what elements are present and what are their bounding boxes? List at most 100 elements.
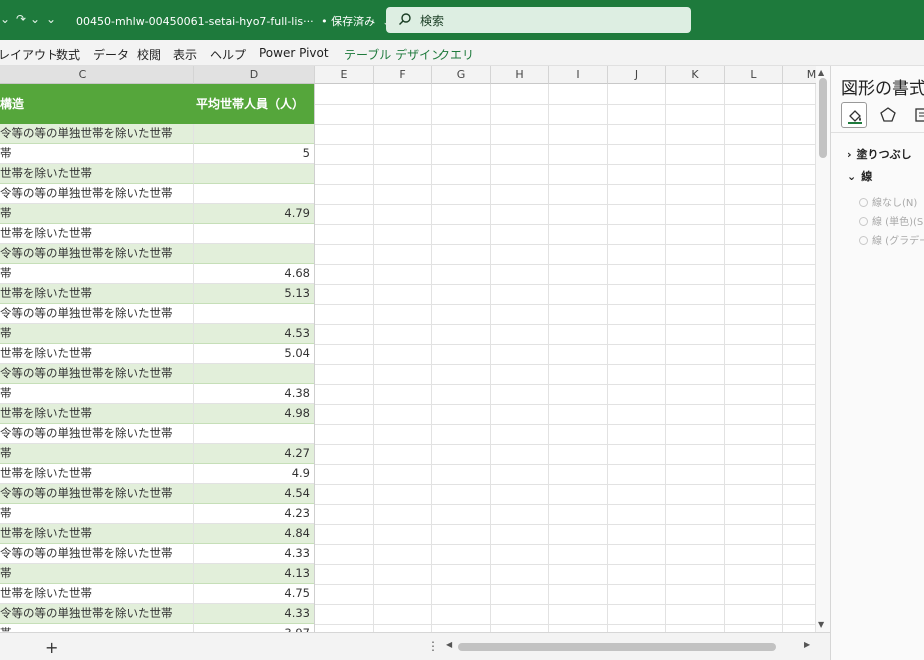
table-cell-structure[interactable]: 帯 xyxy=(0,504,194,524)
tab-power-pivot[interactable]: Power Pivot xyxy=(259,46,329,60)
radio-no-line[interactable]: 線なし(N) xyxy=(859,194,917,209)
table-cell-structure[interactable]: 帯 xyxy=(0,564,194,584)
tab-review[interactable]: 校閲 xyxy=(137,46,161,63)
table-header-avg-household[interactable]: 平均世帯人員（人） xyxy=(194,84,315,124)
table-cell-avg-household[interactable]: 4.79 xyxy=(194,204,315,224)
table-cell-structure[interactable]: 世帯を除いた世帯 xyxy=(0,404,194,424)
table-cell-structure[interactable]: 令等の等の単独世帯を除いた世帯 xyxy=(0,304,194,324)
table-cell-structure[interactable]: 世帯を除いた世帯 xyxy=(0,464,194,484)
table-cell-structure[interactable]: 世帯を除いた世帯 xyxy=(0,584,194,604)
table-cell-avg-household[interactable]: 4.98 xyxy=(194,404,315,424)
tab-table-design[interactable]: テーブル デザイン xyxy=(344,46,443,63)
table-cell-structure[interactable]: 帯 xyxy=(0,444,194,464)
scroll-down-icon[interactable]: ▼ xyxy=(818,620,824,629)
customize-quick-access-icon[interactable]: ⌄ xyxy=(46,12,56,26)
table-cell-avg-household[interactable] xyxy=(194,244,315,264)
line-section-toggle[interactable]: ⌄ 線 xyxy=(847,168,872,184)
horizontal-scrollbar[interactable]: ◀ ▶ xyxy=(446,640,816,653)
tab-formulas[interactable]: 数式 xyxy=(56,46,80,63)
tab-help[interactable]: ヘルプ xyxy=(210,46,246,63)
table-cell-structure[interactable]: 帯 xyxy=(0,144,194,164)
table-cell-avg-household[interactable]: 4.54 xyxy=(194,484,315,504)
tab-data[interactable]: データ xyxy=(93,46,129,63)
table-cell-structure[interactable]: 世帯を除いた世帯 xyxy=(0,284,194,304)
table-cell-avg-household[interactable]: 3.97 xyxy=(194,624,315,632)
vertical-scrollbar[interactable]: ▲ ▼ xyxy=(816,66,830,632)
table-cell-avg-household[interactable]: 5 xyxy=(194,144,315,164)
fill-line-icon[interactable] xyxy=(841,102,867,128)
tab-page-layout[interactable]: レイアウト xyxy=(0,46,58,63)
column-header-k[interactable]: K xyxy=(666,66,725,84)
table-cell-structure[interactable]: 令等の等の単独世帯を除いた世帯 xyxy=(0,244,194,264)
table-cell-structure[interactable]: 令等の等の単独世帯を除いた世帯 xyxy=(0,364,194,384)
table-cell-avg-household[interactable]: 4.13 xyxy=(194,564,315,584)
table-cell-avg-household[interactable] xyxy=(194,184,315,204)
table-cell-structure[interactable]: 令等の等の単独世帯を除いた世帯 xyxy=(0,544,194,564)
table-cell-structure[interactable]: 帯 xyxy=(0,324,194,344)
table-cell-avg-household[interactable]: 4.68 xyxy=(194,264,315,284)
more-options-icon[interactable]: ⋮ xyxy=(427,639,439,653)
table-cell-structure[interactable]: 帯 xyxy=(0,384,194,404)
table-cell-structure[interactable]: 令等の等の単独世帯を除いた世帯 xyxy=(0,604,194,624)
table-cell-avg-household[interactable]: 4.84 xyxy=(194,524,315,544)
size-properties-icon[interactable] xyxy=(909,102,924,128)
table-cell-avg-household[interactable]: 5.04 xyxy=(194,344,315,364)
column-header-h[interactable]: H xyxy=(491,66,549,84)
table-cell-structure[interactable]: 世帯を除いた世帯 xyxy=(0,224,194,244)
table-cell-avg-household[interactable]: 4.75 xyxy=(194,584,315,604)
table-cell-structure[interactable]: 帯 xyxy=(0,204,194,224)
table-cell-structure[interactable]: 帯 xyxy=(0,264,194,284)
effects-icon[interactable] xyxy=(875,102,901,128)
table-cell-avg-household[interactable]: 5.13 xyxy=(194,284,315,304)
column-header-j[interactable]: J xyxy=(608,66,666,84)
scroll-right-icon[interactable]: ▶ xyxy=(804,640,810,649)
table-cell-structure[interactable]: 令等の等の単独世帯を除いた世帯 xyxy=(0,484,194,504)
tab-view[interactable]: 表示 xyxy=(173,46,197,63)
table-cell-avg-household[interactable] xyxy=(194,304,315,324)
table-cell-avg-household[interactable]: 4.33 xyxy=(194,604,315,624)
redo-icon[interactable]: ↷ xyxy=(16,12,26,26)
table-cell-avg-household[interactable] xyxy=(194,164,315,184)
column-header-c[interactable]: C xyxy=(0,66,194,84)
table-cell-avg-household[interactable] xyxy=(194,364,315,384)
table-cell-structure[interactable]: 世帯を除いた世帯 xyxy=(0,344,194,364)
radio-gradient-line[interactable]: 線 (グラデー xyxy=(859,232,924,247)
add-sheet-button[interactable]: + xyxy=(45,638,58,657)
table-cell-avg-household[interactable]: 4.27 xyxy=(194,444,315,464)
table-cell-structure[interactable]: 世帯を除いた世帯 xyxy=(0,524,194,544)
table-cell-avg-household[interactable]: 4.33 xyxy=(194,544,315,564)
vertical-scroll-thumb[interactable] xyxy=(819,78,827,158)
column-header-d[interactable]: D xyxy=(194,66,315,84)
fill-section-toggle[interactable]: › 塗りつぶし xyxy=(847,146,912,162)
search-input[interactable]: 検索 xyxy=(386,7,691,33)
scroll-up-icon[interactable]: ▲ xyxy=(818,68,824,77)
grid-line xyxy=(315,124,816,125)
spreadsheet-grid[interactable]: C D E F G H I J K L M 構造 平均世帯人員（人） 令等の等の… xyxy=(0,66,816,632)
table-cell-avg-household[interactable]: 4.53 xyxy=(194,324,315,344)
table-cell-structure[interactable]: 令等の等の単独世帯を除いた世帯 xyxy=(0,184,194,204)
table-cell-avg-household[interactable]: 4.9 xyxy=(194,464,315,484)
table-cell-avg-household[interactable] xyxy=(194,224,315,244)
table-cell-structure[interactable]: 令等の等の単独世帯を除いた世帯 xyxy=(0,424,194,444)
table-cell-avg-household[interactable]: 4.38 xyxy=(194,384,315,404)
table-cell-avg-household[interactable]: 4.23 xyxy=(194,504,315,524)
tab-query[interactable]: クエリ xyxy=(438,46,474,63)
redo-dropdown-icon[interactable]: ⌄ xyxy=(30,12,40,26)
table-cell-structure[interactable]: 世帯を除いた世帯 xyxy=(0,164,194,184)
column-header-e[interactable]: E xyxy=(315,66,374,84)
table-cell-avg-household[interactable] xyxy=(194,124,315,144)
column-header-g[interactable]: G xyxy=(432,66,491,84)
table-cell-structure[interactable]: 令等の等の単独世帯を除いた世帯 xyxy=(0,124,194,144)
column-header-m[interactable]: M xyxy=(783,66,816,84)
table-header-structure[interactable]: 構造 xyxy=(0,84,194,124)
table-cell-avg-household[interactable] xyxy=(194,424,315,444)
scroll-left-icon[interactable]: ◀ xyxy=(446,640,452,649)
horizontal-scroll-thumb[interactable] xyxy=(458,643,776,651)
radio-solid-line[interactable]: 線 (単色)(S) xyxy=(859,213,924,228)
undo-dropdown-icon[interactable]: ⌄ xyxy=(0,12,10,26)
column-header-l[interactable]: L xyxy=(725,66,783,84)
document-title[interactable]: 00450-mhlw-00450061-setai-hyo7-full-lis·… xyxy=(76,13,390,29)
column-header-i[interactable]: I xyxy=(549,66,608,84)
column-header-f[interactable]: F xyxy=(374,66,432,84)
table-cell-structure[interactable]: 帯 xyxy=(0,624,194,632)
